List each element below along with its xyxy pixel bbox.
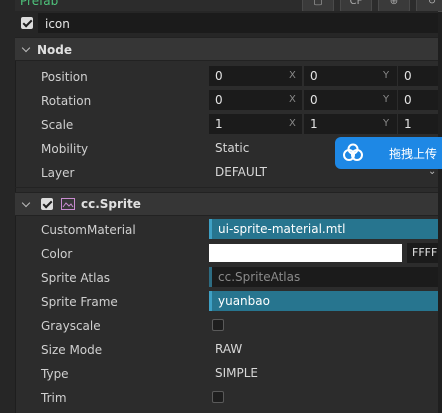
divider [15, 187, 438, 188]
grayscale-label: Grayscale [41, 319, 101, 333]
grayscale-checkbox[interactable] [212, 319, 224, 331]
sprite-frame-asset-field[interactable]: yuanbao [209, 291, 438, 311]
axis-y-label: Y [383, 70, 390, 81]
color-swatch[interactable] [209, 244, 402, 262]
size-mode-label: Size Mode [41, 343, 103, 357]
inspector-top-bar [15, 0, 438, 11]
sprite-enabled-checkbox[interactable] [41, 198, 53, 210]
node-active-checkbox[interactable] [21, 17, 33, 29]
color-label: Color [41, 247, 73, 261]
axis-x-label: X [289, 118, 296, 129]
axis-y-label: Y [383, 94, 390, 105]
sprite-section-title: cc.Sprite [81, 197, 141, 211]
size-mode-dropdown[interactable]: RAW [209, 339, 438, 359]
mobility-label: Mobility [41, 142, 89, 156]
rotation-z-input[interactable]: 0 [398, 90, 438, 110]
node-name-input[interactable]: icon [38, 13, 438, 33]
custom-material-asset-field[interactable]: ui-sprite-material.mtl [209, 219, 438, 239]
position-label: Position [41, 70, 88, 84]
sprite-section-header[interactable] [15, 192, 438, 216]
trim-label: Trim [41, 391, 67, 405]
sprite-frame-label: Sprite Frame [41, 295, 118, 309]
cc-icon-text: CF [349, 0, 363, 7]
left-panel-edge [0, 0, 16, 413]
rotation-label: Rotation [41, 94, 92, 108]
drag-upload-text: 拖拽上传 [389, 147, 438, 161]
cloud-upload-icon [343, 143, 363, 161]
sprite-atlas-label: Sprite Atlas [41, 271, 111, 285]
layer-label: Layer [41, 166, 75, 180]
color-hex-input[interactable]: FFFF [407, 243, 438, 263]
axis-y-label: Y [383, 118, 390, 129]
prefab-label[interactable]: Prefab [20, 0, 58, 8]
type-dropdown[interactable]: SIMPLE [209, 363, 438, 383]
chevron-down-icon[interactable] [22, 45, 30, 53]
axis-x-label: X [289, 94, 296, 105]
axis-x-label: X [289, 70, 296, 81]
scrollbar-track[interactable] [438, 0, 442, 413]
scale-label: Scale [41, 118, 74, 132]
scale-z-input[interactable]: 1 [398, 114, 438, 134]
position-z-input[interactable]: 0 [398, 66, 438, 86]
type-label: Type [41, 367, 69, 381]
node-section-title: Node [37, 43, 73, 57]
sprite-atlas-asset-field[interactable]: cc.SpriteAtlas [209, 267, 438, 287]
chevron-down-icon[interactable] [22, 200, 30, 208]
drag-upload-widget[interactable]: 拖拽上传 [335, 137, 442, 169]
trim-checkbox[interactable] [212, 391, 224, 403]
node-section-header[interactable] [15, 37, 438, 61]
custom-material-label: CustomMaterial [41, 223, 136, 237]
sprite-component-icon [61, 198, 75, 210]
